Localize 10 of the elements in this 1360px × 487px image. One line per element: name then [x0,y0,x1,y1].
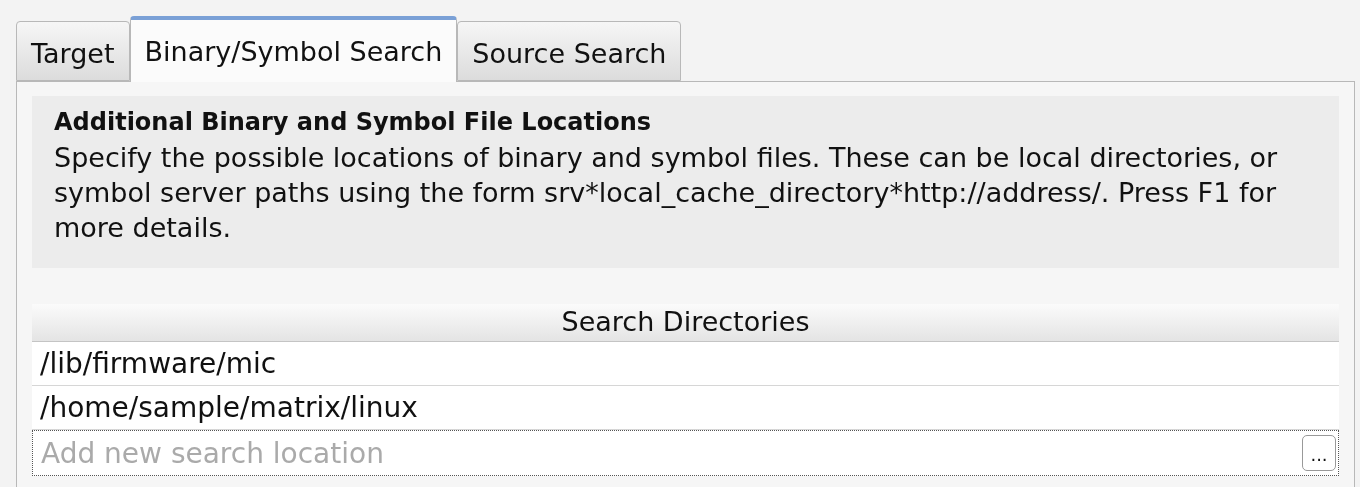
browse-button[interactable]: ... [1302,435,1336,471]
table-row[interactable]: /home/sample/matrix/linux [32,386,1339,430]
table-row[interactable]: /lib/firmware/mic [32,342,1339,386]
info-title: Additional Binary and Symbol File Locations [54,107,653,138]
tab[interactable]: Source Search [457,21,682,81]
tab[interactable]: Binary/Symbol Search [129,16,458,82]
tab[interactable]: Target [16,21,130,81]
info-text: Specify the possible locations of binary and symbol files. These can be local directories, or symbol server paths using the form srv*local_cache_directory*http://address/. Press F1 for more details. [54,141,1279,245]
column-header[interactable]: Search Directories [32,304,1339,342]
input-field[interactable]: Add new search location ... [32,430,1339,476]
